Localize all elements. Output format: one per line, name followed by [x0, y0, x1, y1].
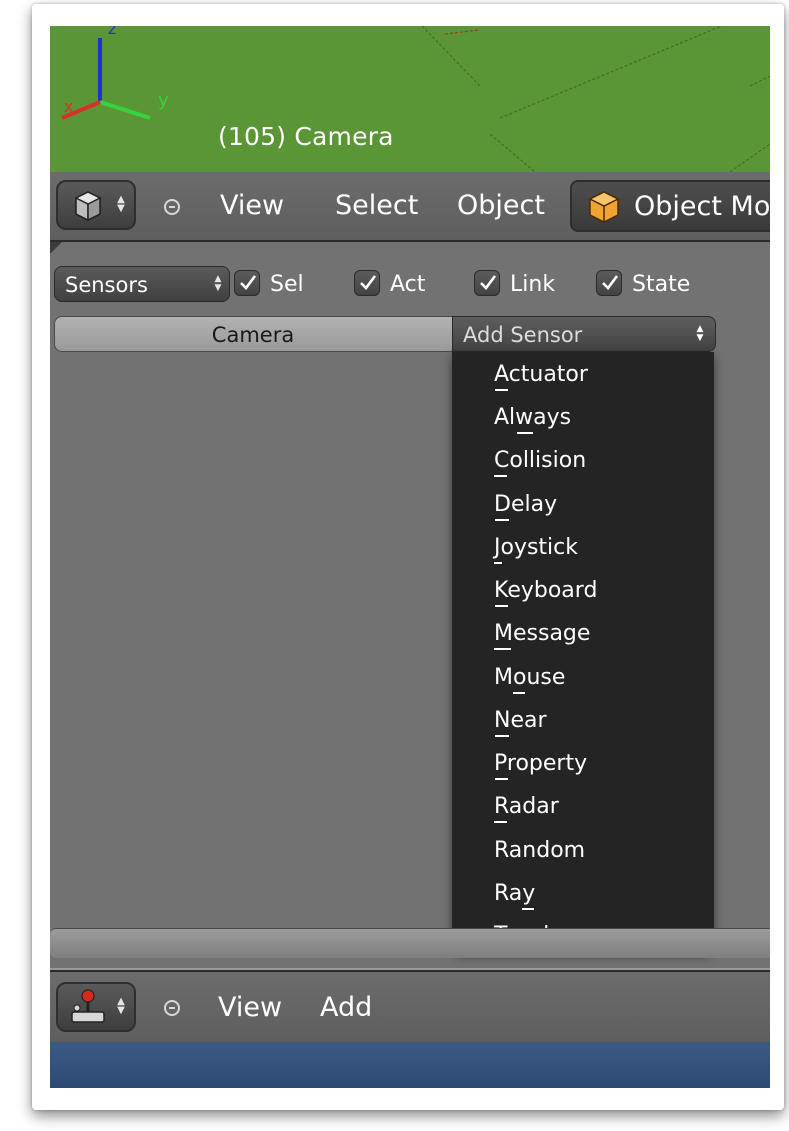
menu-item-random[interactable]: Random	[494, 838, 585, 868]
mnemonic-underline	[495, 605, 508, 607]
add-sensor-select[interactable]: Add Sensor ▲ ▼	[452, 316, 716, 352]
menu-item-always[interactable]: Always	[494, 405, 571, 435]
joystick-icon	[71, 989, 105, 1023]
3d-view-header: ▲ ▼ View Select Object Object Mo	[50, 172, 770, 242]
mnemonic-underline	[494, 821, 507, 823]
menu-item-delay[interactable]: Delay	[494, 492, 557, 522]
object-mode-select[interactable]: Object Mo	[570, 180, 770, 232]
menu-item-label: Ray	[494, 881, 536, 906]
mnemonic-underline	[495, 519, 509, 521]
orange-cube-icon	[588, 191, 620, 223]
mnemonic-underline	[522, 908, 534, 910]
updown-arrows-icon: ▲ ▼	[117, 194, 125, 214]
menu-item-collision[interactable]: Collision	[494, 448, 586, 478]
object-name-label: Camera	[211, 323, 295, 347]
3d-viewport[interactable]: z y x (105) Camera	[50, 26, 770, 172]
add-sensor-menu: Actuator Always Collision Delay Joystick…	[452, 352, 714, 952]
logic-editor-header: ▲ ▼ View Add	[50, 970, 770, 1042]
menu-item-label: Property	[494, 751, 588, 776]
axis-x-label: x	[64, 97, 73, 116]
mnemonic-underline	[495, 778, 508, 780]
updown-arrows-icon: ▲ ▼	[214, 274, 222, 293]
mnemonic-underline	[495, 389, 508, 391]
checkmark-icon	[480, 275, 497, 290]
corner-resize-icon[interactable]	[50, 242, 64, 256]
logic-editor: Sensors ▲ ▼ Sel Act Link State Camera Ad…	[50, 242, 770, 968]
menu-object[interactable]: Object	[457, 190, 545, 221]
menu-item-label: Joystick	[494, 535, 579, 560]
axis-z-label: z	[108, 26, 116, 38]
editor-type-button[interactable]: ▲ ▼	[56, 180, 136, 230]
menu-item-label: Radar	[494, 794, 559, 819]
menu-item-label: Near	[494, 708, 547, 733]
add-sensor-label: Add Sensor	[463, 323, 583, 347]
mnemonic-underline	[513, 692, 525, 694]
menu-item-keyboard[interactable]: Keyboard	[494, 578, 597, 608]
menu-item-label: Always	[494, 405, 572, 430]
menu-item-radar[interactable]: Radar	[494, 794, 559, 824]
menu-item-label: Mouse	[494, 665, 566, 690]
cube-icon	[75, 191, 101, 222]
next-editor-area	[50, 1042, 770, 1088]
circle-minus-icon[interactable]	[164, 199, 180, 215]
menu-item-label: Message	[494, 621, 591, 646]
menu-item-property[interactable]: Property	[494, 751, 587, 781]
sensors-select-label: Sensors	[65, 273, 148, 297]
checkmark-icon	[240, 275, 257, 290]
menu-add[interactable]: Add	[320, 992, 372, 1023]
checkbox-sel-label: Sel	[270, 272, 304, 297]
menu-item-label: Delay	[494, 492, 558, 517]
menu-item-label: Random	[494, 838, 586, 863]
menu-item-message[interactable]: Message	[494, 621, 590, 651]
checkmark-icon	[602, 275, 619, 290]
checkbox-box[interactable]	[474, 270, 500, 296]
menu-item-actuator[interactable]: Actuator	[494, 362, 588, 392]
checkbox-box[interactable]	[596, 270, 622, 296]
menu-item-joystick[interactable]: Joystick	[494, 535, 578, 565]
checkmark-icon	[360, 275, 377, 290]
menu-item-label: Actuator	[494, 362, 588, 387]
object-header-camera[interactable]: Camera	[54, 316, 454, 352]
mnemonic-underline	[494, 562, 502, 564]
menu-select[interactable]: Select	[335, 190, 418, 221]
mnemonic-underline	[517, 432, 533, 434]
mnemonic-underline	[495, 735, 509, 737]
axis-y-label: y	[158, 90, 169, 111]
checkbox-box[interactable]	[234, 270, 260, 296]
horizontal-scrollbar[interactable]	[50, 928, 770, 958]
viewport-object-label: (105) Camera	[218, 122, 394, 151]
menu-item-label: Collision	[494, 448, 587, 473]
checkbox-act-label: Act	[390, 272, 426, 297]
sensors-select[interactable]: Sensors ▲ ▼	[54, 266, 230, 302]
menu-view[interactable]: View	[220, 190, 284, 221]
mnemonic-underline	[494, 648, 511, 650]
menu-view[interactable]: View	[218, 992, 282, 1023]
checkbox-box[interactable]	[354, 270, 380, 296]
menu-item-near[interactable]: Near	[494, 708, 547, 738]
updown-arrows-icon: ▲ ▼	[696, 324, 704, 343]
axes-gizmo-icon: z y x	[61, 26, 169, 120]
menu-item-ray[interactable]: Ray	[494, 881, 535, 911]
checkbox-state-label: State	[632, 272, 691, 297]
updown-arrows-icon: ▲ ▼	[117, 996, 125, 1016]
checkbox-link-label: Link	[510, 272, 556, 297]
editor-type-button[interactable]: ▲ ▼	[56, 982, 136, 1032]
mnemonic-underline	[494, 475, 507, 477]
menu-item-label: Keyboard	[494, 578, 598, 603]
circle-minus-icon[interactable]	[164, 1000, 180, 1016]
blender-window: z y x (105) Camera ▲ ▼ View Select Object…	[50, 26, 770, 1088]
menu-item-mouse[interactable]: Mouse	[494, 665, 565, 695]
object-mode-label: Object Mo	[634, 191, 770, 222]
